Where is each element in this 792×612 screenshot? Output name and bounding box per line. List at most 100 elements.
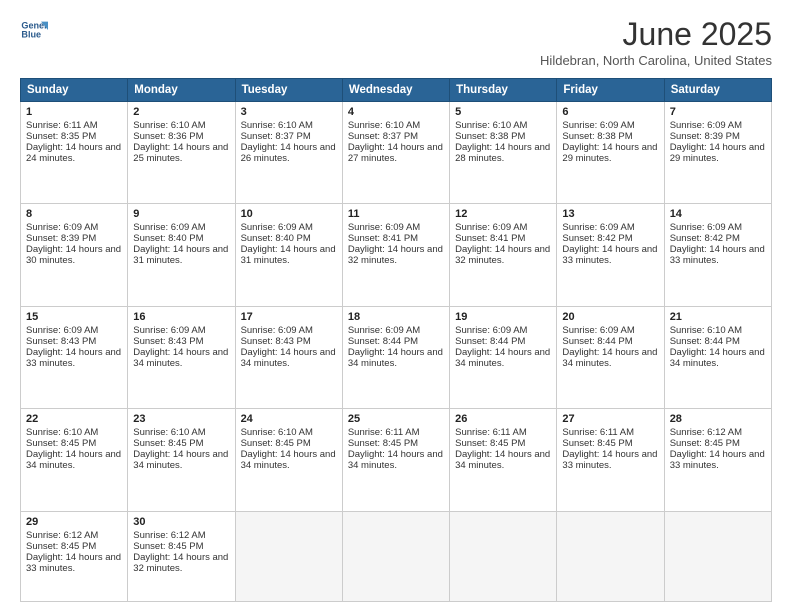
daylight-text: Daylight: 14 hours and 33 minutes. [670,244,765,266]
daylight-text: Daylight: 14 hours and 34 minutes. [26,449,121,471]
calendar-cell [235,511,342,601]
sunset-text: Sunset: 8:45 PM [26,438,96,449]
calendar-cell: 13 Sunrise: 6:09 AM Sunset: 8:42 PM Dayl… [557,204,664,306]
sunrise-text: Sunrise: 6:10 AM [133,120,205,131]
sunrise-text: Sunrise: 6:09 AM [562,325,634,336]
calendar-table: SundayMondayTuesdayWednesdayThursdayFrid… [20,78,772,602]
day-number: 6 [562,106,658,118]
calendar-cell: 18 Sunrise: 6:09 AM Sunset: 8:44 PM Dayl… [342,306,449,408]
calendar-cell: 20 Sunrise: 6:09 AM Sunset: 8:44 PM Dayl… [557,306,664,408]
calendar-cell: 4 Sunrise: 6:10 AM Sunset: 8:37 PM Dayli… [342,102,449,204]
day-number: 5 [455,106,551,118]
week-row-2: 8 Sunrise: 6:09 AM Sunset: 8:39 PM Dayli… [21,204,772,306]
sunset-text: Sunset: 8:45 PM [133,541,203,552]
calendar-cell: 8 Sunrise: 6:09 AM Sunset: 8:39 PM Dayli… [21,204,128,306]
day-number: 26 [455,413,551,425]
sunset-text: Sunset: 8:45 PM [241,438,311,449]
column-header-monday: Monday [128,79,235,102]
calendar-cell: 6 Sunrise: 6:09 AM Sunset: 8:38 PM Dayli… [557,102,664,204]
day-number: 12 [455,208,551,220]
sunrise-text: Sunrise: 6:09 AM [241,222,313,233]
daylight-text: Daylight: 14 hours and 31 minutes. [133,244,228,266]
daylight-text: Daylight: 14 hours and 24 minutes. [26,142,121,164]
sunrise-text: Sunrise: 6:10 AM [455,120,527,131]
day-number: 3 [241,106,337,118]
day-number: 18 [348,311,444,323]
location-title: Hildebran, North Carolina, United States [540,53,772,68]
sunset-text: Sunset: 8:40 PM [241,233,311,244]
sunrise-text: Sunrise: 6:11 AM [562,427,634,438]
day-number: 7 [670,106,766,118]
daylight-text: Daylight: 14 hours and 34 minutes. [670,347,765,369]
week-row-1: 1 Sunrise: 6:11 AM Sunset: 8:35 PM Dayli… [21,102,772,204]
calendar-cell: 2 Sunrise: 6:10 AM Sunset: 8:36 PM Dayli… [128,102,235,204]
day-number: 27 [562,413,658,425]
column-header-friday: Friday [557,79,664,102]
sunrise-text: Sunrise: 6:10 AM [26,427,98,438]
sunset-text: Sunset: 8:44 PM [670,336,740,347]
daylight-text: Daylight: 14 hours and 31 minutes. [241,244,336,266]
sunrise-text: Sunrise: 6:09 AM [26,325,98,336]
daylight-text: Daylight: 14 hours and 33 minutes. [26,347,121,369]
calendar-cell [450,511,557,601]
sunrise-text: Sunrise: 6:09 AM [241,325,313,336]
sunrise-text: Sunrise: 6:09 AM [670,222,742,233]
sunrise-text: Sunrise: 6:10 AM [670,325,742,336]
sunrise-text: Sunrise: 6:09 AM [348,325,420,336]
sunset-text: Sunset: 8:38 PM [455,131,525,142]
title-block: June 2025 Hildebran, North Carolina, Uni… [540,16,772,68]
sunrise-text: Sunrise: 6:09 AM [562,222,634,233]
day-number: 9 [133,208,229,220]
sunrise-text: Sunrise: 6:09 AM [26,222,98,233]
calendar-cell: 27 Sunrise: 6:11 AM Sunset: 8:45 PM Dayl… [557,409,664,511]
sunset-text: Sunset: 8:45 PM [133,438,203,449]
daylight-text: Daylight: 14 hours and 29 minutes. [562,142,657,164]
sunrise-text: Sunrise: 6:10 AM [241,427,313,438]
calendar-cell: 22 Sunrise: 6:10 AM Sunset: 8:45 PM Dayl… [21,409,128,511]
daylight-text: Daylight: 14 hours and 34 minutes. [348,347,443,369]
daylight-text: Daylight: 14 hours and 30 minutes. [26,244,121,266]
sunset-text: Sunset: 8:45 PM [455,438,525,449]
sunset-text: Sunset: 8:43 PM [26,336,96,347]
sunrise-text: Sunrise: 6:10 AM [133,427,205,438]
calendar-cell: 23 Sunrise: 6:10 AM Sunset: 8:45 PM Dayl… [128,409,235,511]
sunset-text: Sunset: 8:45 PM [670,438,740,449]
daylight-text: Daylight: 14 hours and 26 minutes. [241,142,336,164]
calendar-cell: 25 Sunrise: 6:11 AM Sunset: 8:45 PM Dayl… [342,409,449,511]
daylight-text: Daylight: 14 hours and 34 minutes. [348,449,443,471]
daylight-text: Daylight: 14 hours and 34 minutes. [241,347,336,369]
sunrise-text: Sunrise: 6:12 AM [26,530,98,541]
calendar-cell: 5 Sunrise: 6:10 AM Sunset: 8:38 PM Dayli… [450,102,557,204]
day-number: 24 [241,413,337,425]
daylight-text: Daylight: 14 hours and 29 minutes. [670,142,765,164]
calendar-header-row: SundayMondayTuesdayWednesdayThursdayFrid… [21,79,772,102]
header: General Blue June 2025 Hildebran, North … [20,16,772,68]
column-header-wednesday: Wednesday [342,79,449,102]
day-number: 11 [348,208,444,220]
daylight-text: Daylight: 14 hours and 34 minutes. [455,347,550,369]
calendar-cell [342,511,449,601]
sunset-text: Sunset: 8:42 PM [562,233,632,244]
calendar-cell: 24 Sunrise: 6:10 AM Sunset: 8:45 PM Dayl… [235,409,342,511]
daylight-text: Daylight: 14 hours and 32 minutes. [455,244,550,266]
calendar-cell: 17 Sunrise: 6:09 AM Sunset: 8:43 PM Dayl… [235,306,342,408]
daylight-text: Daylight: 14 hours and 33 minutes. [26,552,121,574]
calendar-cell: 30 Sunrise: 6:12 AM Sunset: 8:45 PM Dayl… [128,511,235,601]
day-number: 22 [26,413,122,425]
day-number: 2 [133,106,229,118]
daylight-text: Daylight: 14 hours and 33 minutes. [670,449,765,471]
daylight-text: Daylight: 14 hours and 34 minutes. [241,449,336,471]
week-row-4: 22 Sunrise: 6:10 AM Sunset: 8:45 PM Dayl… [21,409,772,511]
sunset-text: Sunset: 8:43 PM [133,336,203,347]
day-number: 28 [670,413,766,425]
sunrise-text: Sunrise: 6:11 AM [348,427,420,438]
day-number: 17 [241,311,337,323]
day-number: 10 [241,208,337,220]
sunset-text: Sunset: 8:37 PM [348,131,418,142]
week-row-5: 29 Sunrise: 6:12 AM Sunset: 8:45 PM Dayl… [21,511,772,601]
column-header-saturday: Saturday [664,79,771,102]
calendar-cell: 28 Sunrise: 6:12 AM Sunset: 8:45 PM Dayl… [664,409,771,511]
daylight-text: Daylight: 14 hours and 32 minutes. [348,244,443,266]
daylight-text: Daylight: 14 hours and 33 minutes. [562,244,657,266]
calendar-cell: 29 Sunrise: 6:12 AM Sunset: 8:45 PM Dayl… [21,511,128,601]
